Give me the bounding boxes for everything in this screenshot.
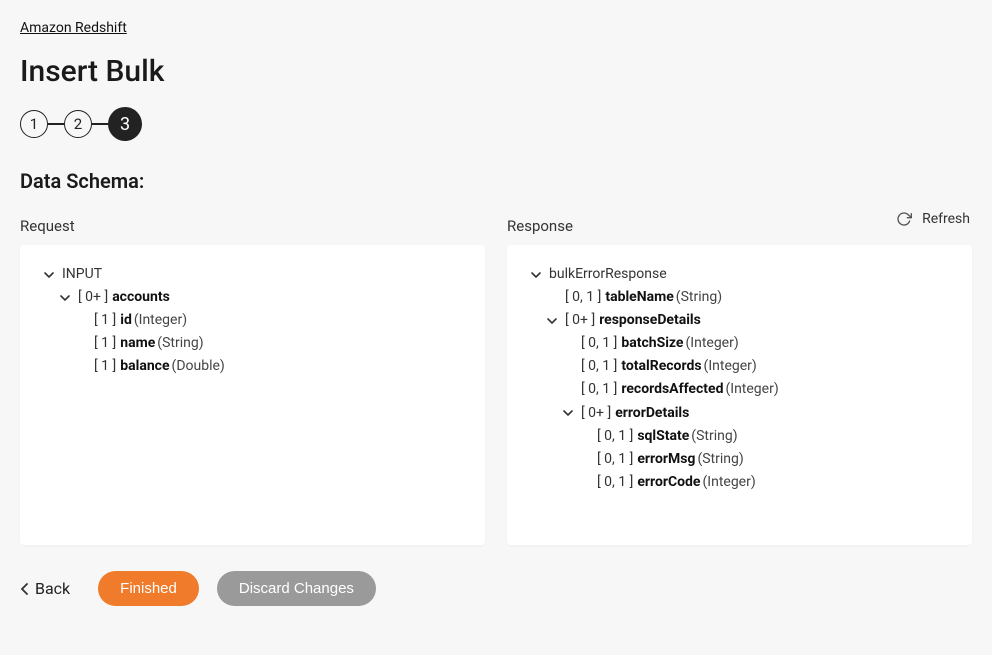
discard-changes-button[interactable]: Discard Changes bbox=[217, 571, 376, 606]
tree-leaf-name: [ 1 ] name (String) bbox=[36, 332, 469, 355]
field-name: errorDetails bbox=[615, 402, 689, 425]
field-name: name bbox=[120, 332, 155, 355]
breadcrumb-link[interactable]: Amazon Redshift bbox=[20, 20, 127, 36]
cardinality: [ 0+ ] bbox=[565, 309, 595, 332]
field-type: (String) bbox=[691, 425, 737, 448]
cardinality: [ 0, 1 ] bbox=[581, 355, 617, 378]
field-type: (Integer) bbox=[685, 332, 738, 355]
field-name: totalRecords bbox=[621, 355, 701, 378]
chevron-down-icon[interactable] bbox=[529, 270, 543, 280]
step-3-active[interactable]: 3 bbox=[108, 107, 142, 141]
chevron-down-icon[interactable] bbox=[42, 270, 56, 280]
section-title: Data Schema: bbox=[20, 169, 972, 193]
step-1[interactable]: 1 bbox=[20, 110, 48, 138]
cardinality: [ 0, 1 ] bbox=[597, 471, 633, 494]
field-type: (Integer) bbox=[704, 355, 757, 378]
tree-node-bulkerrorresponse[interactable]: bulkErrorResponse bbox=[523, 263, 956, 286]
field-name: responseDetails bbox=[599, 309, 701, 332]
stepper: 1 2 3 bbox=[20, 107, 972, 141]
field-name: accounts bbox=[112, 286, 170, 309]
chevron-down-icon[interactable] bbox=[545, 316, 559, 326]
cardinality: [ 0, 1 ] bbox=[597, 425, 633, 448]
field-type: (String) bbox=[157, 332, 203, 355]
field-name: tableName bbox=[605, 286, 673, 309]
back-button[interactable]: Back bbox=[20, 579, 70, 598]
field-name: errorMsg bbox=[637, 448, 695, 471]
chevron-down-icon[interactable] bbox=[58, 293, 72, 303]
field-name: id bbox=[120, 309, 132, 332]
field-name: batchSize bbox=[621, 332, 683, 355]
cardinality: [ 0, 1 ] bbox=[581, 378, 617, 401]
node-label: bulkErrorResponse bbox=[549, 263, 667, 286]
refresh-label: Refresh bbox=[922, 211, 970, 227]
tree-leaf-sqlstate: [ 0, 1 ] sqlState (String) bbox=[523, 425, 956, 448]
tree-node-accounts[interactable]: [ 0+ ] accounts bbox=[36, 286, 469, 309]
refresh-button[interactable]: Refresh bbox=[896, 211, 970, 227]
finished-button[interactable]: Finished bbox=[98, 571, 199, 606]
cardinality: [ 0, 1 ] bbox=[565, 286, 601, 309]
tree-node-responsedetails[interactable]: [ 0+ ] responseDetails bbox=[523, 309, 956, 332]
field-name: sqlState bbox=[637, 425, 689, 448]
tree-leaf-batchsize: [ 0, 1 ] batchSize (Integer) bbox=[523, 332, 956, 355]
field-name: errorCode bbox=[637, 471, 700, 494]
request-label: Request bbox=[20, 217, 485, 235]
tree-leaf-tablename: [ 0, 1 ] tableName (String) bbox=[523, 286, 956, 309]
cardinality: [ 1 ] bbox=[94, 309, 116, 332]
response-column: Response bulkErrorResponse [ 0, 1 ] tabl… bbox=[507, 217, 972, 545]
step-2[interactable]: 2 bbox=[64, 110, 92, 138]
step-connector bbox=[92, 123, 108, 125]
request-pane: INPUT [ 0+ ] accounts [ 1 ] id (Integer) bbox=[20, 245, 485, 545]
footer-actions: Back Finished Discard Changes bbox=[20, 571, 972, 606]
chevron-down-icon[interactable] bbox=[561, 408, 575, 418]
back-label: Back bbox=[35, 579, 70, 598]
tree-node-input[interactable]: INPUT bbox=[36, 263, 469, 286]
cardinality: [ 0+ ] bbox=[78, 286, 108, 309]
field-type: (String) bbox=[676, 286, 722, 309]
response-pane: bulkErrorResponse [ 0, 1 ] tableName (St… bbox=[507, 245, 972, 545]
cardinality: [ 0+ ] bbox=[581, 402, 611, 425]
tree-leaf-errorcode: [ 0, 1 ] errorCode (Integer) bbox=[523, 471, 956, 494]
field-type: (Double) bbox=[172, 355, 225, 378]
request-column: Request INPUT [ 0+ ] accounts bbox=[20, 217, 485, 545]
tree-leaf-recordsaffected: [ 0, 1 ] recordsAffected (Integer) bbox=[523, 378, 956, 401]
tree-leaf-totalrecords: [ 0, 1 ] totalRecords (Integer) bbox=[523, 355, 956, 378]
chevron-left-icon bbox=[20, 583, 29, 595]
page-title: Insert Bulk bbox=[20, 54, 972, 89]
cardinality: [ 1 ] bbox=[94, 332, 116, 355]
cardinality: [ 0, 1 ] bbox=[581, 332, 617, 355]
field-name: balance bbox=[120, 355, 169, 378]
tree-leaf-errormsg: [ 0, 1 ] errorMsg (String) bbox=[523, 448, 956, 471]
field-type: (Integer) bbox=[702, 471, 755, 494]
refresh-icon bbox=[896, 211, 912, 227]
field-type: (Integer) bbox=[725, 378, 778, 401]
cardinality: [ 0, 1 ] bbox=[597, 448, 633, 471]
cardinality: [ 1 ] bbox=[94, 355, 116, 378]
tree-node-errordetails[interactable]: [ 0+ ] errorDetails bbox=[523, 402, 956, 425]
step-connector bbox=[48, 123, 64, 125]
tree-leaf-id: [ 1 ] id (Integer) bbox=[36, 309, 469, 332]
field-type: (String) bbox=[697, 448, 743, 471]
field-name: recordsAffected bbox=[621, 378, 723, 401]
tree-leaf-balance: [ 1 ] balance (Double) bbox=[36, 355, 469, 378]
field-type: (Integer) bbox=[134, 309, 187, 332]
node-label: INPUT bbox=[62, 263, 102, 286]
